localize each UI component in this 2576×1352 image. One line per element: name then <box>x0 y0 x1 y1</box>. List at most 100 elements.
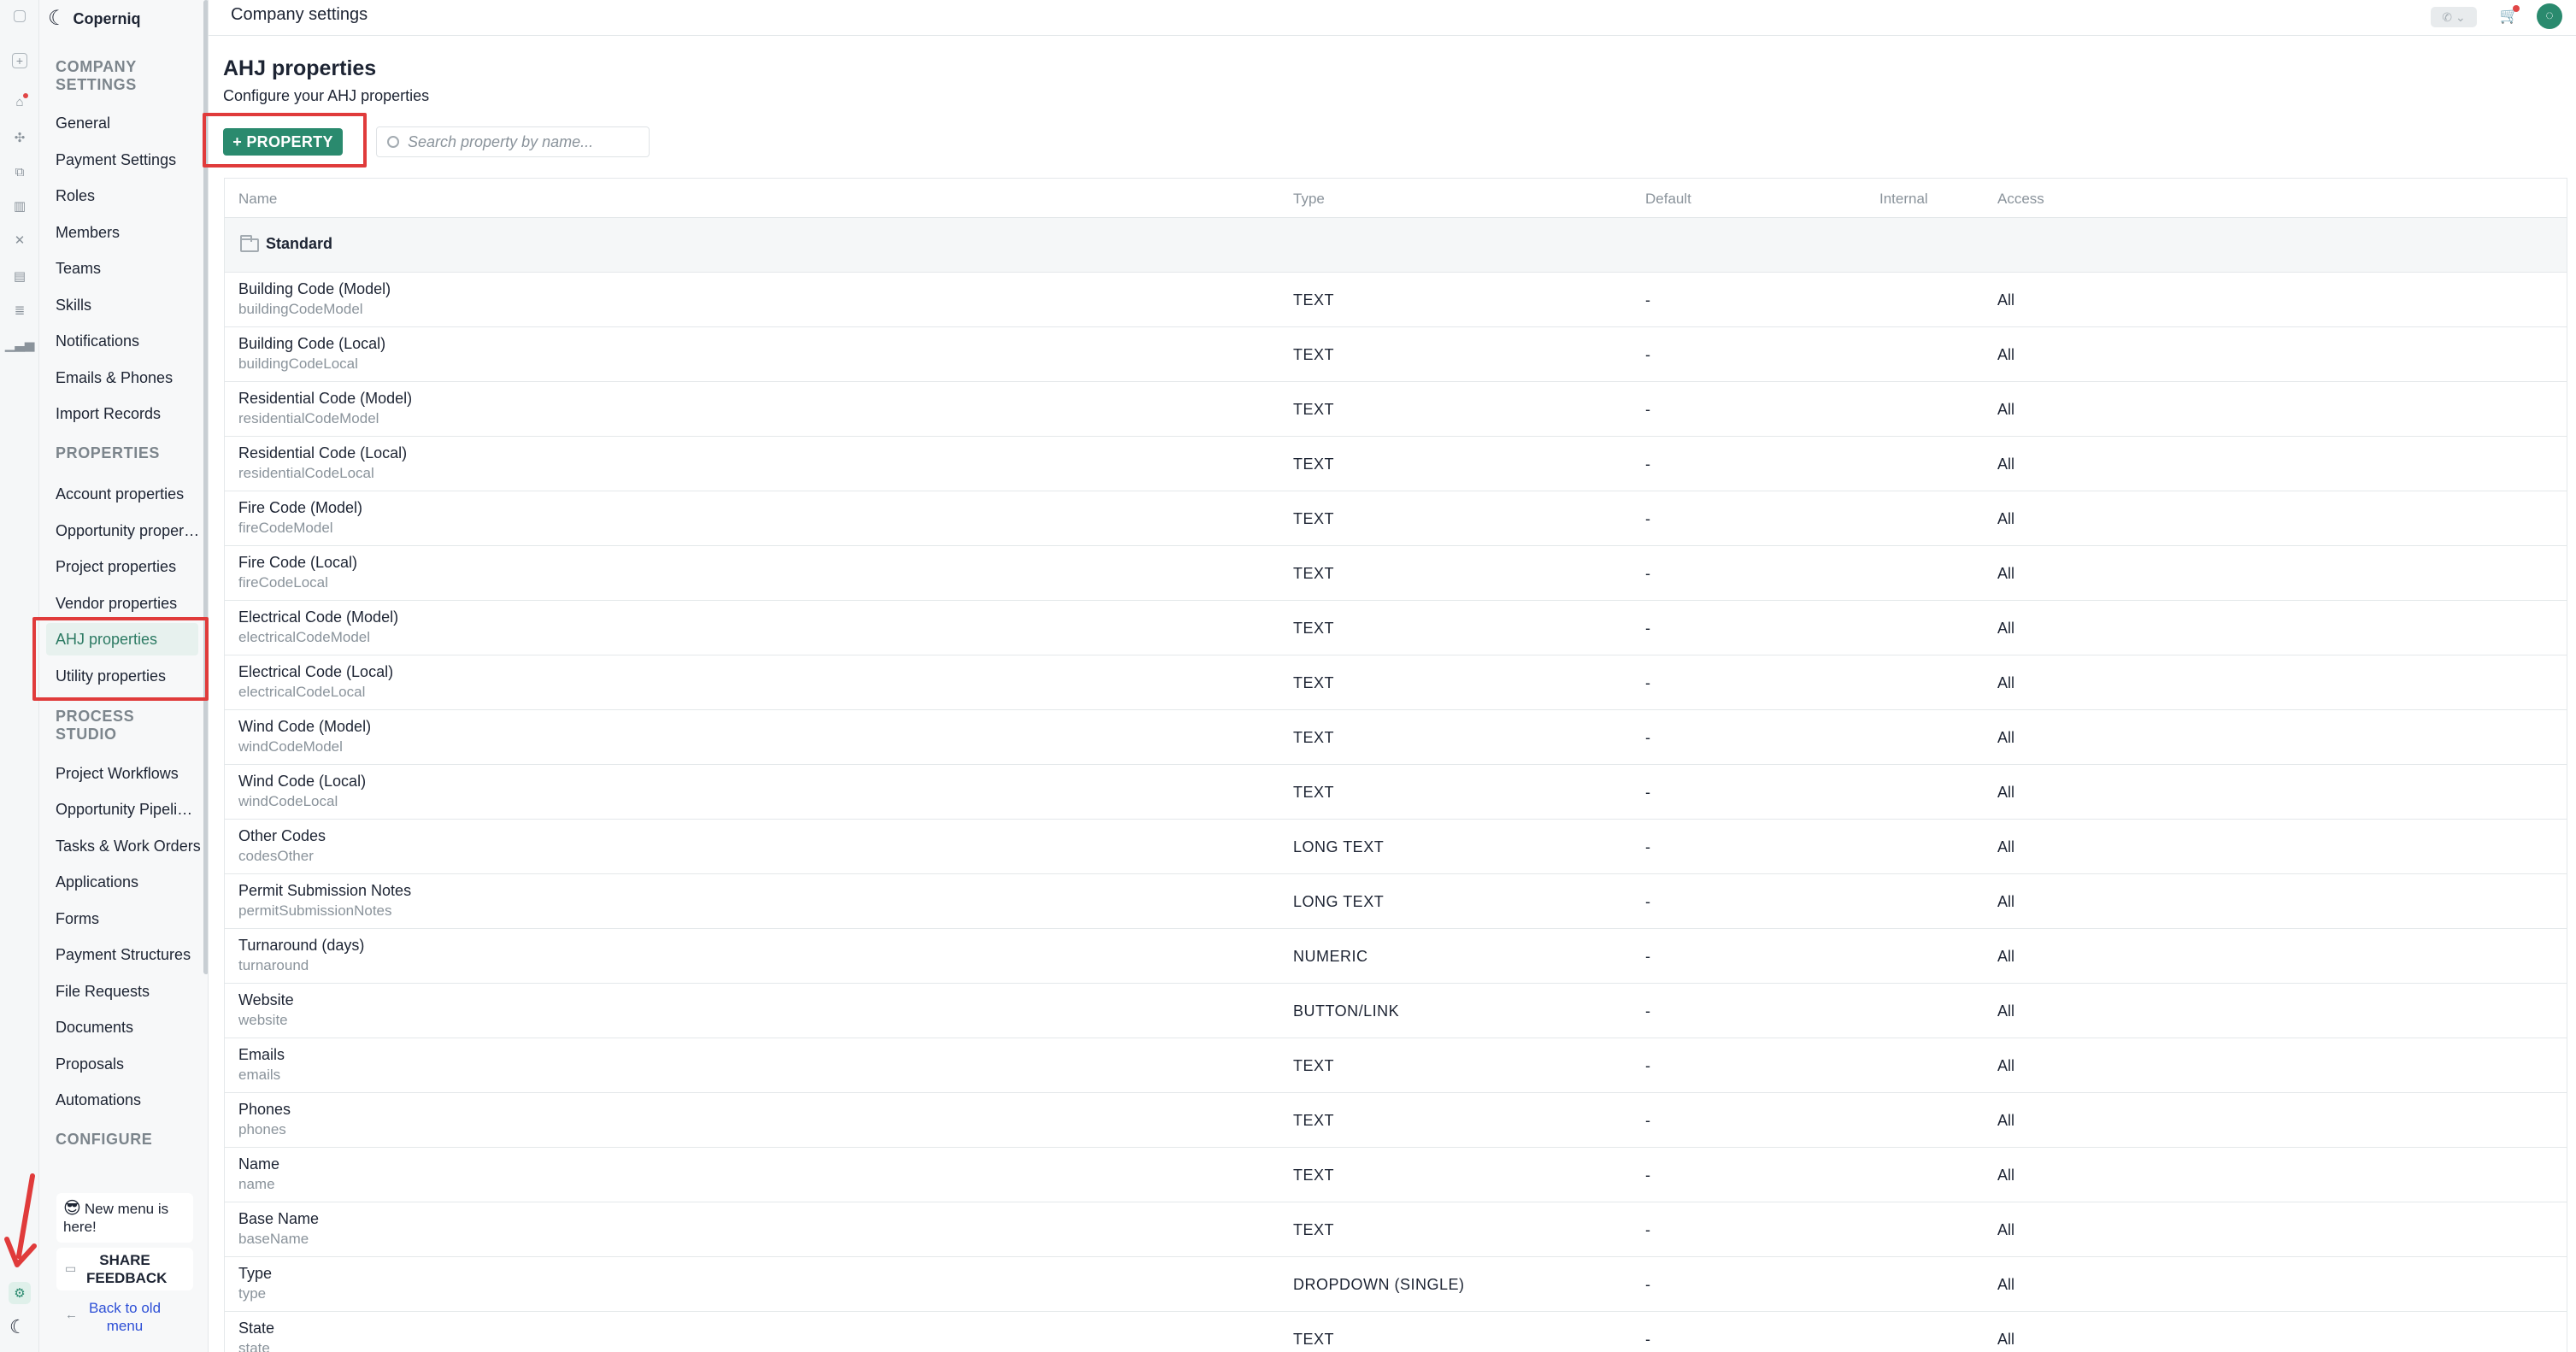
sidebar-item-payment-structures[interactable]: Payment Structures <box>56 945 201 964</box>
wrench-icon[interactable]: ✕ <box>10 231 29 250</box>
table-row[interactable]: Emails emails TEXT - All <box>225 1038 2567 1093</box>
sidebar-item-payment-settings[interactable]: Payment Settings <box>56 150 201 169</box>
sidebar-item-forms[interactable]: Forms <box>56 909 201 928</box>
column-header-access[interactable]: Access <box>1997 191 2044 208</box>
sidebar-item-members[interactable]: Members <box>56 223 201 242</box>
tools-icon[interactable]: ✣ <box>10 128 29 147</box>
coperniq-mark-icon[interactable]: ☾ <box>9 1316 26 1338</box>
calendar-icon[interactable]: ▤ <box>10 267 29 285</box>
table-row[interactable]: Permit Submission Notes permitSubmissionN… <box>225 874 2567 929</box>
hierarchy-icon[interactable]: ⧉ <box>10 162 29 181</box>
add-icon[interactable]: + <box>10 51 29 70</box>
sidebar-item-general[interactable]: General <box>56 114 201 132</box>
table-row[interactable]: Website website BUTTON/LINK - All <box>225 984 2567 1038</box>
building-icon[interactable]: ▥ <box>10 197 29 215</box>
table-row[interactable]: Fire Code (Model) fireCodeModel TEXT - All <box>225 491 2567 546</box>
sidebar-item-project-properties[interactable]: Project properties <box>56 557 201 576</box>
property-key: phones <box>238 1121 286 1137</box>
sidebar-item-vendor-properties[interactable]: Vendor properties <box>56 594 201 613</box>
property-default: - <box>1645 1331 1650 1348</box>
sidebar-item-automations[interactable]: Automations <box>56 1090 201 1109</box>
settings-gear-icon[interactable]: ⚙ <box>9 1282 31 1304</box>
property-default: - <box>1645 674 1650 691</box>
table-row[interactable]: Building Code (Local) buildingCodeLocal TE… <box>225 327 2567 382</box>
property-type: BUTTON/LINK <box>1293 1002 1400 1020</box>
property-default: - <box>1645 1057 1650 1074</box>
table-row[interactable]: Electrical Code (Model) electricalCodeMod… <box>225 601 2567 655</box>
group-row-standard[interactable]: Standard <box>225 218 2567 273</box>
property-key: buildingCodeLocal <box>238 356 358 372</box>
property-key: permitSubmissionNotes <box>238 902 392 919</box>
share-feedback-button[interactable]: ▭ SHARE FEEDBACK <box>56 1248 193 1290</box>
property-name: Type <box>238 1265 273 1282</box>
sidebar-item-project-workflows[interactable]: Project Workflows <box>56 764 201 783</box>
search-property[interactable] <box>376 126 650 157</box>
column-header-default[interactable]: Default <box>1645 191 1691 208</box>
sidebar-item-tasks-work-orders[interactable]: Tasks & Work Orders <box>56 837 201 855</box>
sidebar-item-account-properties[interactable]: Account properties <box>56 485 201 503</box>
collapse-panel-icon[interactable] <box>10 7 29 26</box>
sidebar-item-notifications[interactable]: Notifications <box>56 332 201 350</box>
sidebar-item-emails-phones[interactable]: Emails & Phones <box>56 368 201 387</box>
column-header-name[interactable]: Name <box>238 191 277 208</box>
table-row[interactable]: Base Name baseName TEXT - All <box>225 1202 2567 1257</box>
property-key: residentialCodeLocal <box>238 465 374 481</box>
section-process-studio: PROCESS STUDIO <box>56 708 135 743</box>
sidebar-item-proposals[interactable]: Proposals <box>56 1055 201 1073</box>
property-key: fireCodeLocal <box>238 574 328 591</box>
property-type: TEXT <box>1293 565 1335 582</box>
column-header-internal[interactable]: Internal <box>1879 191 1928 208</box>
property-default: - <box>1645 346 1650 363</box>
property-access: All <box>1997 838 2015 855</box>
search-input[interactable] <box>408 132 630 151</box>
property-default: - <box>1645 620 1650 637</box>
sidebar-item-applications[interactable]: Applications <box>56 873 201 891</box>
property-type: TEXT <box>1293 401 1335 418</box>
table-row[interactable]: Other Codes codesOther LONG TEXT - All <box>225 820 2567 874</box>
property-name: Permit Submission Notes <box>238 882 412 899</box>
property-name: Wind Code (Local) <box>238 773 367 790</box>
sidebar-item-roles[interactable]: Roles <box>56 186 201 205</box>
sidebar-item-opportunity-properties[interactable]: Opportunity properties <box>56 521 201 540</box>
sidebar-item-opportunity-pipelines[interactable]: Opportunity Pipelines <box>56 800 201 819</box>
table-row[interactable]: Type type DROPDOWN (SINGLE) - All <box>225 1257 2567 1312</box>
table-row[interactable]: Building Code (Model) buildingCodeModel TE… <box>225 273 2567 327</box>
sidebar-item-documents[interactable]: Documents <box>56 1018 201 1037</box>
property-type: TEXT <box>1293 1112 1335 1129</box>
cart-icon[interactable]: 🛒 <box>2499 5 2520 26</box>
property-name: Building Code (Model) <box>238 280 391 297</box>
table-row[interactable]: Fire Code (Local) fireCodeLocal TEXT - All <box>225 546 2567 601</box>
sidebar-item-file-requests[interactable]: File Requests <box>56 982 201 1001</box>
table-row[interactable]: Wind Code (Local) windCodeLocal TEXT - All <box>225 765 2567 820</box>
back-to-old-menu-link[interactable]: ← Back to old menu <box>56 1296 193 1338</box>
table-row[interactable]: Wind Code (Model) windCodeModel TEXT - All <box>225 710 2567 765</box>
table-row[interactable]: Turnaround (days) turnaround NUMERIC - All <box>225 929 2567 984</box>
table-row[interactable]: Residential Code (Model) residentialCodeM… <box>225 382 2567 437</box>
sidebar-item-teams[interactable]: Teams <box>56 259 201 278</box>
property-type: LONG TEXT <box>1293 893 1385 910</box>
property-name: Turnaround (days) <box>238 937 365 954</box>
sidebar-item-import-records[interactable]: Import Records <box>56 404 201 423</box>
property-type: TEXT <box>1293 784 1335 801</box>
table-row[interactable]: Name name TEXT - All <box>225 1148 2567 1202</box>
table-row[interactable]: Phones phones TEXT - All <box>225 1093 2567 1148</box>
phone-dropdown-button[interactable]: ✆ ⌄ <box>2431 7 2477 27</box>
sidebar-item-skills[interactable]: Skills <box>56 296 201 314</box>
chart-icon[interactable]: ▁▃▅ <box>5 335 35 354</box>
property-default: - <box>1645 784 1650 801</box>
feedback-icon: ▭ <box>65 1261 77 1275</box>
property-name: Building Code (Local) <box>238 335 386 352</box>
property-access: All <box>1997 456 2015 473</box>
table-row[interactable]: State state TEXT - All <box>225 1312 2567 1352</box>
database-icon[interactable]: ≣ <box>10 301 29 320</box>
cart-notification-dot <box>2513 5 2520 12</box>
column-header-type[interactable]: Type <box>1293 191 1325 208</box>
table-row[interactable]: Residential Code (Local) residentialCodeL… <box>225 437 2567 491</box>
brand[interactable]: ☾ Coperniq <box>48 9 141 29</box>
user-avatar[interactable]: ◌ <box>2537 3 2562 29</box>
share-feedback-label: SHARE FEEDBACK <box>86 1252 168 1286</box>
table-row[interactable]: Electrical Code (Local) electricalCodeLoc… <box>225 655 2567 710</box>
property-access: All <box>1997 346 2015 363</box>
property-default: - <box>1645 456 1650 473</box>
home-icon[interactable]: ⌂ <box>10 92 29 111</box>
